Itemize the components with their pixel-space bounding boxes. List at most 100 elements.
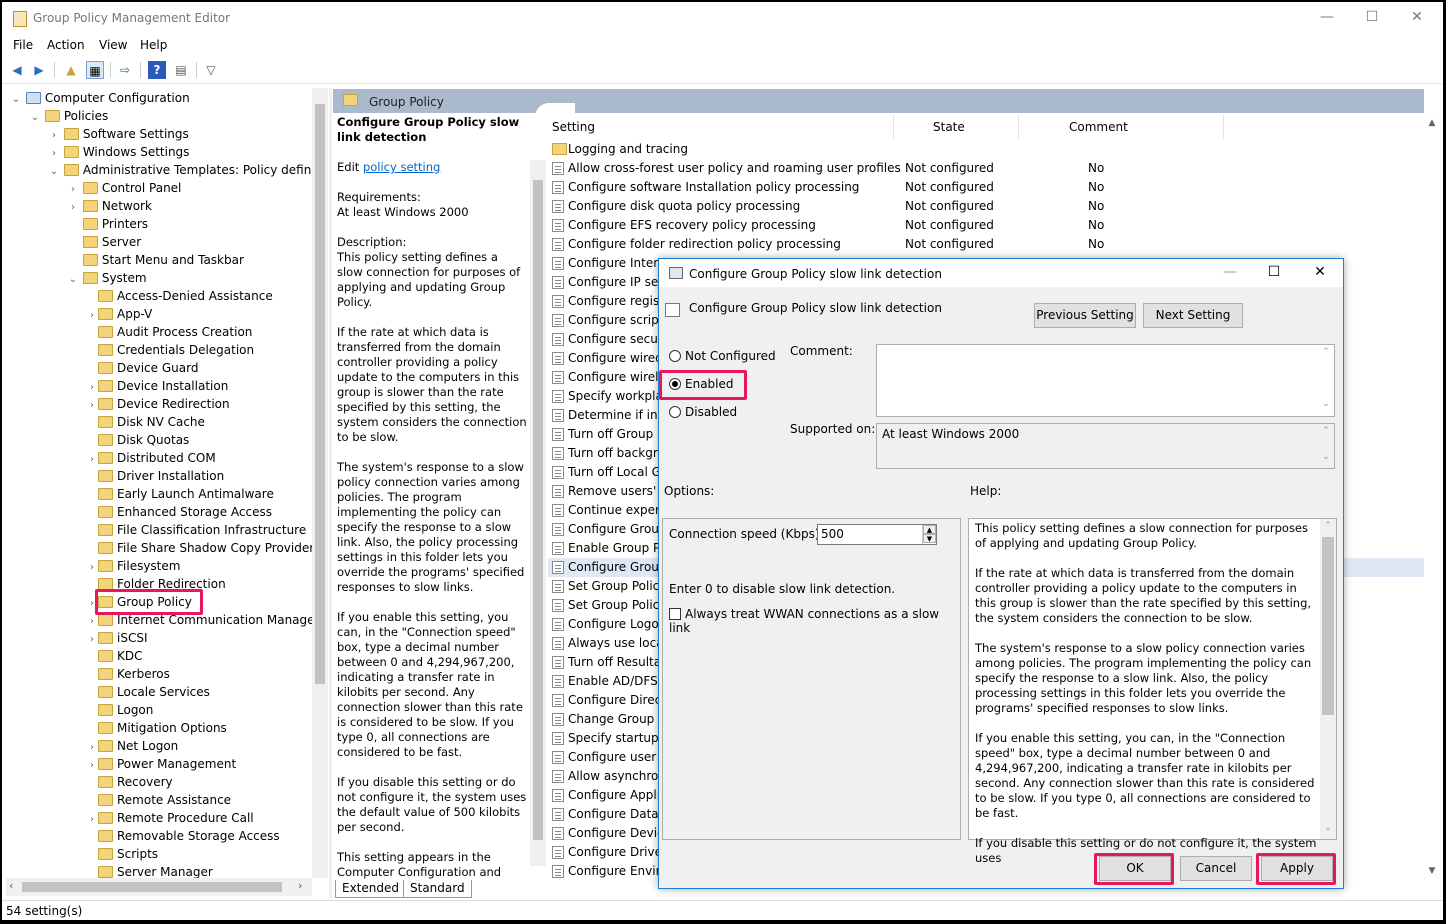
column-header-setting[interactable]: Setting [552, 115, 595, 139]
tree-item-system-child[interactable]: Disk NV Cache [86, 413, 205, 431]
tree-item-control-panel[interactable]: › Control Panel [67, 179, 181, 197]
tree-item-system-child[interactable]: › App-V [86, 305, 152, 323]
spin-up-icon[interactable]: ▲ [923, 525, 936, 534]
comment-textarea[interactable]: ⌃ ⌄ [876, 344, 1335, 417]
tree-item-system-child[interactable]: Enhanced Storage Access [86, 503, 272, 521]
tree-item-system-child[interactable]: Audit Process Creation [86, 323, 252, 341]
scroll-down-icon[interactable]: ▼ [1424, 863, 1440, 879]
tree-item-system-child[interactable]: Early Launch Antimalware [86, 485, 274, 503]
tree-item-printers[interactable]: Printers [67, 215, 148, 233]
dialog-maximize-icon[interactable]: ☐ [1263, 264, 1285, 280]
tree-item-system-child[interactable]: Removable Storage Access [86, 827, 280, 845]
tree-item-system-child[interactable]: File Share Shadow Copy Provider [86, 539, 314, 557]
tree-item-system-child[interactable]: Server Manager [86, 863, 213, 878]
tree-item-system-child[interactable]: › Power Management [86, 755, 236, 773]
back-icon[interactable]: ◀ [8, 61, 26, 79]
tree-item-software-settings[interactable]: › Software Settings [48, 125, 189, 143]
tab-standard[interactable]: Standard [403, 880, 472, 898]
up-folder-icon[interactable]: ▲ [62, 61, 80, 79]
tree-item-computer-configuration[interactable]: ⌄ Computer Configuration [10, 89, 190, 107]
close-button[interactable]: ✕ [1394, 2, 1440, 33]
wwan-checkbox[interactable]: Always treat WWAN connections as a slow … [669, 607, 960, 635]
tree-item-system-child[interactable]: › Distributed COM [86, 449, 216, 467]
tree-item-windows-settings[interactable]: › Windows Settings [48, 143, 189, 161]
tab-extended[interactable]: Extended [335, 880, 406, 898]
next-setting-button[interactable]: Next Setting [1143, 303, 1243, 328]
tree-item-system-child[interactable]: › Filesystem [86, 557, 180, 575]
tree-item-start-menu[interactable]: Start Menu and Taskbar [67, 251, 244, 269]
scroll-up-icon[interactable]: ▲ [1424, 115, 1440, 131]
column-header-comment[interactable]: Comment [1069, 115, 1128, 139]
policy-setting-link[interactable]: policy setting [363, 160, 440, 174]
list-folder-row[interactable]: Logging and tracing [548, 140, 1424, 159]
forward-icon[interactable]: ▶ [30, 61, 48, 79]
tree-vertical-scrollbar[interactable] [312, 88, 328, 878]
tree-item-system-child[interactable]: KDC [86, 647, 143, 665]
scroll-thumb[interactable] [533, 180, 543, 840]
tree-item-admin-templates[interactable]: ⌄ Administrative Templates: Policy defin… [48, 161, 328, 179]
tree-item-server[interactable]: Server [67, 233, 141, 251]
cancel-button[interactable]: Cancel [1180, 856, 1252, 881]
radio-not-configured[interactable]: Not Configured [669, 348, 776, 364]
list-row[interactable]: Configure folder redirection policy proc… [548, 235, 1424, 254]
tree-item-system-child[interactable]: Kerberos [86, 665, 170, 683]
tree-item-system-child[interactable]: Driver Installation [86, 467, 224, 485]
radio-circle[interactable] [669, 350, 681, 362]
properties-icon[interactable]: ▤ [172, 61, 190, 79]
tree-item-system-child[interactable]: Recovery [86, 773, 173, 791]
comment-scrollbar[interactable]: ⌃ ⌄ [1318, 345, 1334, 416]
tree-item-system-child[interactable]: › Remote Procedure Call [86, 809, 254, 827]
spin-down-icon[interactable]: ▼ [923, 534, 936, 543]
tree-item-system-child[interactable]: Mitigation Options [86, 719, 227, 737]
scroll-left-icon[interactable]: ‹ [9, 879, 13, 892]
menu-action[interactable]: Action [47, 38, 85, 52]
collapse-icon[interactable]: ⌄ [10, 91, 22, 109]
export-list-icon[interactable]: ⇨ [116, 61, 134, 79]
collapse-icon[interactable]: ⌄ [48, 163, 60, 181]
tree-item-network[interactable]: › Network [67, 197, 152, 215]
list-row[interactable]: Configure EFS recovery policy processing… [548, 216, 1424, 235]
column-header-state[interactable]: State [933, 115, 965, 139]
maximize-button[interactable]: ☐ [1349, 2, 1395, 33]
checkbox-box[interactable] [669, 608, 681, 620]
tree-item-system-child[interactable]: Access-Denied Assistance [86, 287, 273, 305]
tree-item-system-child[interactable]: Credentials Delegation [86, 341, 254, 359]
tree-item-system-child[interactable]: › Net Logon [86, 737, 178, 755]
radio-circle[interactable] [669, 406, 681, 418]
scroll-down-icon[interactable]: ⌄ [1318, 399, 1334, 409]
tree-item-system-child[interactable]: › iSCSI [86, 629, 148, 647]
tree-item-system-child[interactable]: Logon [86, 701, 153, 719]
tree-item-system-child[interactable]: Locale Services [86, 683, 210, 701]
tree-item-system-child[interactable]: Scripts [86, 845, 158, 863]
tree-item-system-child[interactable]: › Device Installation [86, 377, 228, 395]
tree-item-system-child[interactable]: Disk Quotas [86, 431, 189, 449]
scroll-up-icon[interactable]: ⌃ [1320, 521, 1336, 531]
scroll-down-icon[interactable]: ⌄ [1320, 823, 1336, 833]
tree-item-system-child[interactable]: File Classification Infrastructure [86, 521, 306, 539]
pane-splitter[interactable] [329, 88, 332, 898]
filter-icon[interactable]: ▽ [202, 61, 220, 79]
scroll-thumb[interactable] [22, 882, 282, 892]
tree-item-system-child[interactable]: › Device Redirection [86, 395, 230, 413]
scroll-right-icon[interactable]: › [298, 879, 302, 892]
show-hide-tree-icon[interactable]: ▦ [86, 61, 104, 79]
list-row[interactable]: Configure software Installation policy p… [548, 178, 1424, 197]
scroll-up-icon[interactable]: ⌃ [1318, 347, 1334, 357]
tree-item-policies[interactable]: ⌄ Policies [29, 107, 108, 125]
previous-setting-button[interactable]: Previous Setting [1034, 303, 1136, 328]
scroll-thumb[interactable] [315, 104, 325, 684]
menu-file[interactable]: File [13, 38, 33, 52]
supported-scrollbar[interactable]: ⌃ ⌄ [1318, 424, 1334, 468]
tree-horizontal-scrollbar[interactable]: ‹ › [6, 878, 312, 896]
help-icon[interactable]: ? [148, 61, 166, 79]
scroll-thumb[interactable] [1322, 537, 1334, 715]
scroll-down-icon[interactable]: ⌄ [1318, 452, 1334, 462]
dialog-minimize-icon[interactable]: — [1219, 264, 1241, 280]
scroll-up-icon[interactable]: ⌃ [1318, 426, 1334, 436]
description-scrollbar[interactable] [530, 160, 546, 866]
list-row[interactable]: Configure disk quota policy processing No… [548, 197, 1424, 216]
menu-help[interactable]: Help [140, 38, 167, 52]
menu-view[interactable]: View [99, 38, 127, 52]
tree-item-system-child[interactable]: Remote Assistance [86, 791, 231, 809]
collapse-icon[interactable]: ⌄ [29, 109, 41, 127]
